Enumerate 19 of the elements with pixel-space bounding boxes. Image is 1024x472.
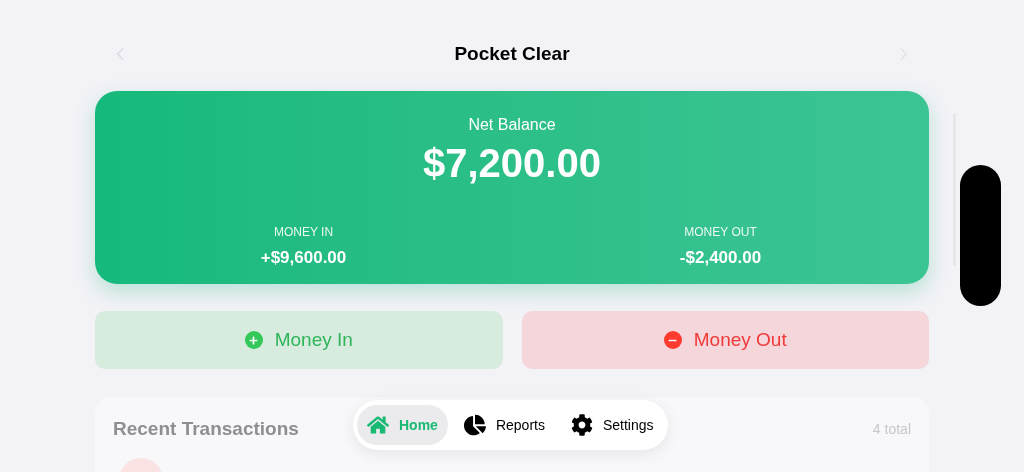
stat-value: +$9,600.00 xyxy=(260,247,347,269)
stat-label: MONEY IN xyxy=(273,224,334,241)
money-out-button[interactable]: Money Out xyxy=(521,311,929,369)
stat-value: -$2,400.00 xyxy=(679,247,762,269)
balance-label: Net Balance xyxy=(468,115,556,135)
money-in-button[interactable]: Money In xyxy=(95,311,503,369)
home-icon xyxy=(367,414,389,436)
balance-amount: $7,200.00 xyxy=(423,140,601,187)
tab-item[interactable]: Settings xyxy=(560,405,664,445)
pie-chart-icon xyxy=(463,414,486,436)
minus-icon xyxy=(663,331,682,349)
side-handle[interactable] xyxy=(960,165,1001,306)
plus-icon xyxy=(244,331,263,349)
section-title: Recent Transactions xyxy=(113,417,299,441)
tab-item[interactable]: Reports xyxy=(453,405,555,445)
tab-item[interactable]: Home xyxy=(357,405,448,445)
stat-label: MONEY OUT xyxy=(684,224,757,241)
settings-icon xyxy=(570,414,593,436)
app-title: Pocket Clear xyxy=(454,41,570,66)
